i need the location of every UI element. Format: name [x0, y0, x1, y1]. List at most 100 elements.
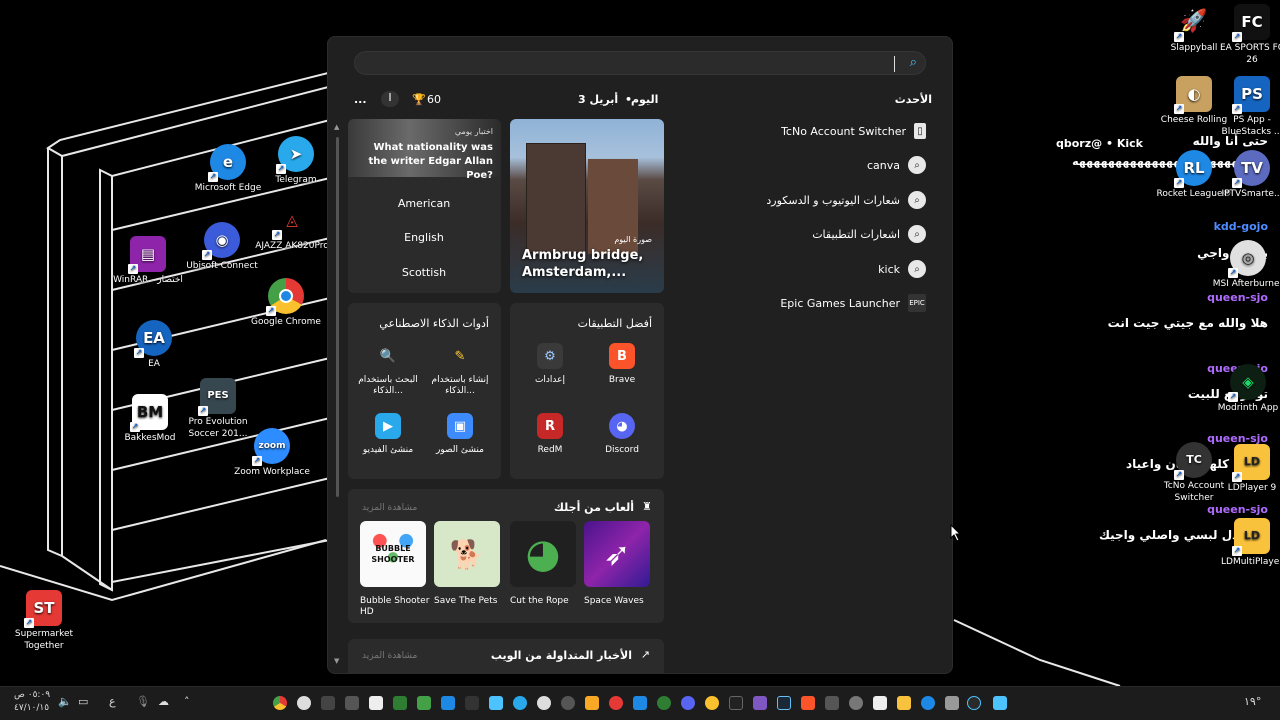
- taskbar-app-icon[interactable]: [465, 696, 479, 710]
- taskbar-app-icon[interactable]: [825, 696, 839, 710]
- daily-quiz-card[interactable]: اختبار يومي What nationality was the wri…: [348, 119, 501, 293]
- recent-item[interactable]: kick ⌕: [878, 256, 926, 282]
- taskbar-app-icon[interactable]: [585, 696, 599, 710]
- taskbar-start-icon[interactable]: [993, 696, 1007, 710]
- taskbar-discord-icon[interactable]: [681, 696, 695, 710]
- cloud-icon[interactable]: ☁: [158, 695, 169, 708]
- desktop-icon-modrinth[interactable]: ◈ ↗ Modrinth App: [1210, 364, 1280, 414]
- taskbar-app-icon[interactable]: [945, 696, 959, 710]
- desktop-icon-msi-afterburner[interactable]: ◎ ↗ MSI Afterburner: [1210, 240, 1280, 290]
- clock-date[interactable]: ٤٧/١٠/١٥: [14, 703, 49, 713]
- taskbar-app-icon[interactable]: [417, 696, 431, 710]
- taskbar-app-icon[interactable]: [609, 696, 623, 710]
- desktop-icon-edge[interactable]: e ↗ Microsoft Edge: [190, 144, 266, 194]
- search-input[interactable]: [365, 54, 885, 72]
- profile-initial[interactable]: I: [381, 91, 399, 107]
- taskbar-app-icon[interactable]: [729, 696, 743, 710]
- trending-see-more[interactable]: مشاهدة المزيد: [362, 651, 417, 661]
- desktop-icon-ajazz[interactable]: ◬ ↗ AJAZZ AK820Pro: [254, 202, 330, 252]
- weather-temp[interactable]: ١٩°: [1244, 695, 1261, 708]
- search-icon: ⌕: [908, 260, 926, 278]
- game-tile[interactable]: 🐕 Save The Pets: [434, 521, 504, 607]
- taskbar-app-icon[interactable]: [753, 696, 767, 710]
- taskbar-store-icon[interactable]: [873, 696, 887, 710]
- microphone-icon[interactable]: 🎙: [136, 695, 150, 708]
- taskbar-brave-icon[interactable]: [801, 696, 815, 710]
- search-icon: ⌕: [908, 156, 926, 174]
- taskbar-steam-icon[interactable]: [777, 696, 791, 710]
- search-icon[interactable]: ⌕: [910, 55, 917, 70]
- image-maker-tile[interactable]: ▣ منشئ الصور: [426, 413, 494, 456]
- game-tile[interactable]: BUBBLE SHOOTER Bubble Shooter HD: [360, 521, 430, 618]
- search-box[interactable]: ⌕: [354, 51, 926, 75]
- language-indicator[interactable]: ع: [109, 695, 116, 708]
- game-tile[interactable]: ◕ Cut the Rope: [510, 521, 580, 607]
- games-card: ألعاب من أجلك ♜ مشاهدة المزيد BUBBLE SHO…: [348, 489, 664, 623]
- more-options-button[interactable]: ...: [354, 93, 367, 106]
- taskbar-app-icon[interactable]: [441, 696, 455, 710]
- desktop-icon-iptv[interactable]: TV ↗ IPTVSmarte...: [1214, 150, 1280, 200]
- taskbar-app-icon[interactable]: [489, 696, 503, 710]
- video-maker-tile[interactable]: ▶ منشئ الفيديو: [354, 413, 422, 456]
- taskbar-file-icon[interactable]: [369, 696, 383, 710]
- desktop-icon-ldplayer[interactable]: LD ↗ LDPlayer 9: [1214, 444, 1280, 494]
- app-tile-brave[interactable]: B Brave: [588, 343, 656, 386]
- scroll-down-arrow[interactable]: ▼: [334, 657, 339, 665]
- space-waves-thumb: ➶: [584, 521, 650, 587]
- recent-item[interactable]: TcNo Account Switcher ▯: [781, 118, 926, 144]
- taskbar-xbox-icon[interactable]: [657, 696, 671, 710]
- recent-item[interactable]: اشعارات التطبيقات ⌕: [812, 221, 926, 247]
- clock-time[interactable]: ٠٥:٠٩ ص: [14, 690, 50, 700]
- video-maker-icon: ▶: [375, 413, 401, 439]
- desktop-icon-bakkesmod[interactable]: BM ↗ BakkesMod: [112, 394, 188, 444]
- quiz-option[interactable]: English: [360, 227, 488, 247]
- quiz-option[interactable]: Scottish: [360, 262, 488, 282]
- taskbar-app-icon[interactable]: [537, 696, 551, 710]
- trending-icon: ↗: [640, 648, 650, 661]
- scrollbar-thumb[interactable]: [336, 137, 339, 497]
- games-see-more[interactable]: مشاهدة المزيد: [362, 503, 417, 513]
- recent-item[interactable]: canva ⌕: [867, 152, 926, 178]
- taskbar-folder-icon[interactable]: [897, 696, 911, 710]
- desktop-icon-ldmultiplayer[interactable]: LD ↗ LDMultiPlayer: [1214, 518, 1280, 568]
- taskbar-search-icon[interactable]: [967, 696, 981, 710]
- ai-tools-card: أدوات الذكاء الاصطناعي 🔍 البحث باستخدام …: [348, 303, 501, 479]
- desktop-icon-ps-app[interactable]: PS ↗ PS App - BlueStacks ...: [1214, 76, 1280, 138]
- game-tile[interactable]: ➶ Space Waves: [584, 521, 654, 607]
- taskbar-app-icon[interactable]: [561, 696, 575, 710]
- ai-search-tile[interactable]: 🔍 البحث باستخدام الذكاء...: [354, 343, 422, 397]
- taskbar-app-icon[interactable]: [633, 696, 647, 710]
- desktop-icon-eafc26[interactable]: FC ↗ EA SPORTS FC 26: [1214, 4, 1280, 66]
- desktop-icon-ubisoft[interactable]: ◉ ↗ Ubisoft Connect: [184, 222, 260, 272]
- desktop-icon-telegram[interactable]: ➤ ↗ Telegram: [258, 136, 334, 186]
- points-count[interactable]: 60: [427, 93, 441, 106]
- ai-create-tile[interactable]: ✎ إنشاء باستخدام الذكاء...: [426, 343, 494, 397]
- playstation-icon: PS ↗: [1232, 76, 1270, 114]
- desktop-icon-ea[interactable]: EA ↗ EA: [116, 320, 192, 370]
- taskbar-edge-icon[interactable]: [921, 696, 935, 710]
- volume-icon[interactable]: 🔈: [58, 695, 72, 708]
- taskbar-settings-icon[interactable]: [849, 696, 863, 710]
- date-label: 3 أبريل: [578, 93, 619, 106]
- desktop-icon-zoom[interactable]: zoom ↗ Zoom Workplace: [234, 428, 310, 478]
- display-icon[interactable]: ▭: [78, 695, 88, 708]
- taskbar-app-icon[interactable]: [705, 696, 719, 710]
- app-tile-discord[interactable]: ◕ Discord: [588, 413, 656, 456]
- taskbar-app-icon[interactable]: [297, 696, 311, 710]
- chevron-up-icon[interactable]: ˄: [184, 695, 190, 708]
- taskbar-app-icon[interactable]: [321, 696, 335, 710]
- desktop-icon-supermarket[interactable]: ST ↗ Supermarket Together: [6, 590, 82, 652]
- app-tile-redm[interactable]: R RedM: [516, 413, 584, 456]
- quiz-option[interactable]: American: [360, 193, 488, 213]
- desktop-icon-chrome[interactable]: ↗ Google Chrome: [248, 278, 324, 328]
- taskbar-app-icon[interactable]: [393, 696, 407, 710]
- taskbar-app-icon[interactable]: [345, 696, 359, 710]
- app-tile-settings[interactable]: ⚙ إعدادات: [516, 343, 584, 386]
- scroll-up-arrow[interactable]: ▲: [334, 123, 339, 131]
- recent-item[interactable]: شعارات اليوتيوب و الدسكورد ⌕: [766, 187, 926, 213]
- photo-of-day-card[interactable]: صورة اليوم Armbrug bridge, Amsterdam,...: [510, 119, 664, 293]
- recent-item[interactable]: Epic Games Launcher EPIC: [780, 290, 926, 316]
- taskbar-telegram-icon[interactable]: [513, 696, 527, 710]
- taskbar-chrome-icon[interactable]: [273, 696, 287, 710]
- desktop-icon-winrar[interactable]: ▤ ↗ WinRAR - اختصار: [110, 236, 186, 286]
